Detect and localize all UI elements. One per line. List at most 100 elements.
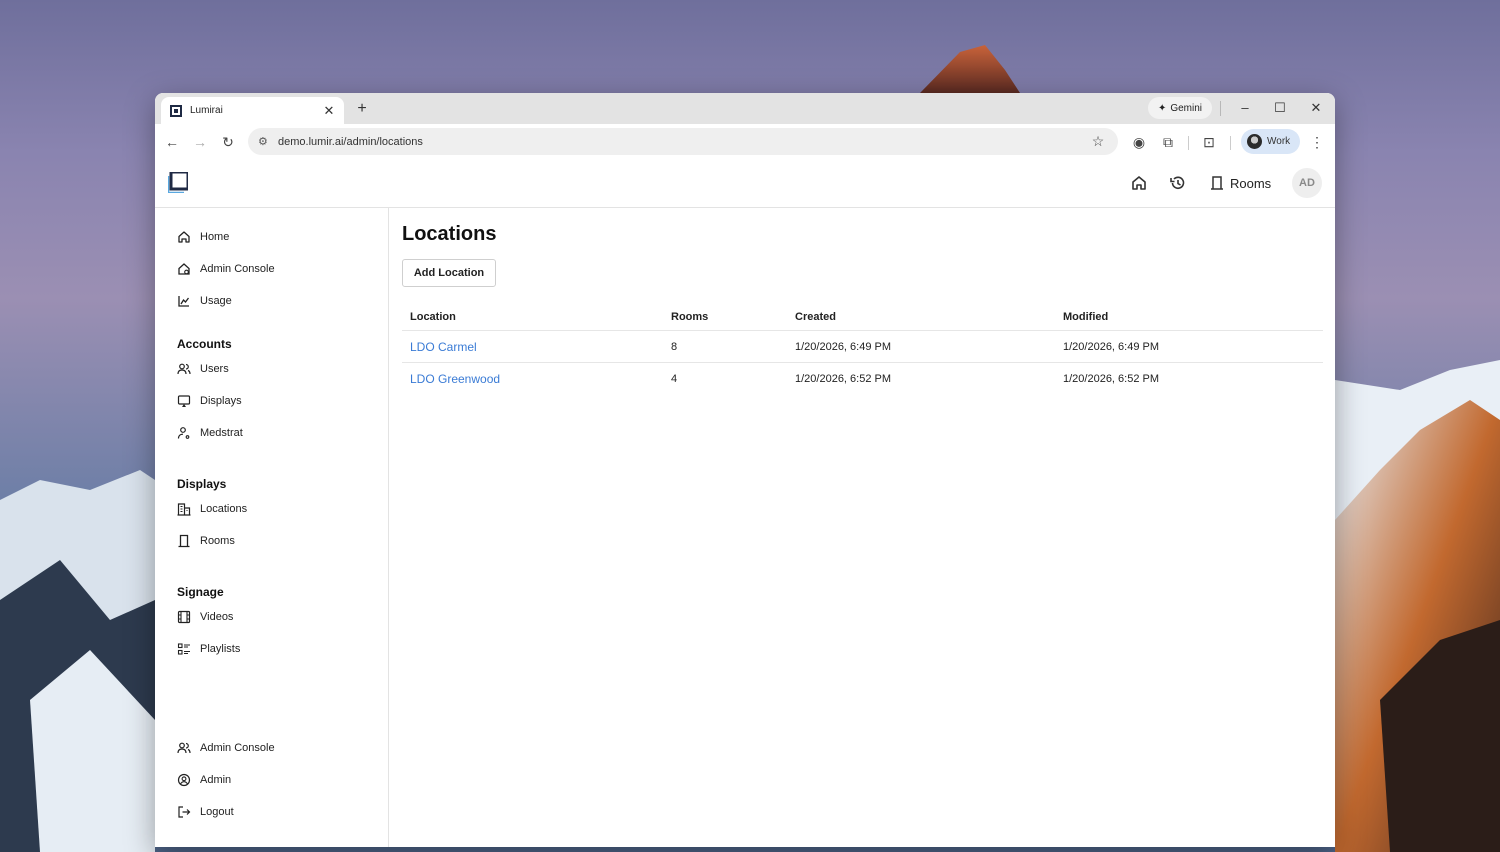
user-avatar[interactable]: AD (1292, 168, 1322, 198)
sidebar-item-admin-console[interactable]: Admin Console (177, 260, 275, 278)
maximize-button[interactable]: ☐ (1267, 98, 1293, 118)
gemini-label: Gemini (1170, 102, 1203, 114)
created-cell: 1/20/2026, 6:52 PM (795, 372, 892, 385)
sidebar-item-label: Usage (200, 295, 232, 307)
divider (1230, 136, 1231, 150)
door-icon (178, 534, 190, 548)
menu-kebab-icon[interactable]: ⋮ (1306, 131, 1328, 153)
locations-table: Location Rooms Created Modified LDO Carm… (402, 303, 1323, 394)
close-window-button[interactable]: ✕ (1303, 98, 1329, 118)
location-link[interactable]: LDO Carmel (410, 340, 477, 354)
location-cell: LDO Carmel (410, 331, 477, 362)
section-heading-displays: Displays (177, 477, 227, 491)
divider (1220, 101, 1221, 116)
home-icon[interactable] (1129, 173, 1149, 193)
reload-button[interactable]: ↻ (217, 131, 239, 153)
sidebar-item-label: Admin Console (200, 263, 275, 275)
users-icon (177, 363, 191, 375)
puzzle-icon[interactable]: ⧉ (1157, 131, 1179, 153)
account-circle-icon (177, 773, 191, 787)
cast-search-icon[interactable]: ⊡ (1198, 131, 1220, 153)
address-bar[interactable]: ⚙ demo.lumir.ai/admin/locations ☆ (248, 128, 1118, 155)
sidebar-item-playlists[interactable]: Playlists (177, 640, 240, 658)
column-header-rooms[interactable]: Rooms (671, 303, 708, 330)
gemini-button[interactable]: ✦ Gemini (1148, 97, 1212, 119)
created-cell: 1/20/2026, 6:49 PM (795, 340, 892, 353)
tab-title: Lumirai (190, 105, 223, 116)
sidebar-item-label: Displays (200, 395, 242, 407)
sidebar-item-rooms[interactable]: Rooms (177, 532, 235, 550)
back-button[interactable]: ← (161, 131, 183, 153)
user-key-icon (177, 427, 190, 439)
table-row[interactable]: LDO Carmel 8 1/20/2026, 6:49 PM 1/20/202… (402, 331, 1323, 363)
sidebar-item-label: Users (200, 363, 229, 375)
profile-avatar (1247, 134, 1262, 149)
column-header-location[interactable]: Location (410, 303, 456, 330)
logout-icon (178, 806, 191, 818)
site-settings-icon[interactable]: ⚙ (258, 135, 272, 148)
extension-icon[interactable]: ◉ (1128, 131, 1150, 153)
display-icon (177, 395, 191, 407)
table-header-row: Location Rooms Created Modified (402, 303, 1323, 331)
table-row[interactable]: LDO Greenwood 4 1/20/2026, 6:52 PM 1/20/… (402, 363, 1323, 394)
sidebar-item-users[interactable]: Users (177, 360, 229, 378)
profile-button[interactable]: Work (1241, 129, 1300, 154)
modified-cell: 1/20/2026, 6:52 PM (1063, 372, 1160, 385)
sidebar-item-locations[interactable]: Locations (177, 500, 247, 518)
sidebar-item-label: Locations (200, 503, 248, 515)
history-icon[interactable] (1168, 173, 1188, 193)
page-title: Locations (402, 223, 497, 245)
home-icon (178, 231, 190, 243)
favicon-icon (170, 104, 182, 117)
divider (1188, 136, 1189, 150)
modified-cell: 1/20/2026, 6:49 PM (1063, 340, 1160, 353)
profile-label: Work (1267, 136, 1291, 147)
rooms-cell: 8 (671, 340, 678, 353)
lumirai-logo[interactable] (168, 172, 188, 193)
sidebar-item-medstrat[interactable]: Medstrat (177, 424, 243, 442)
sidebar-item-admin-console-bottom[interactable]: Admin Console (177, 739, 275, 757)
playlist-icon (177, 643, 190, 655)
users-icon (177, 742, 191, 754)
url-text: demo.lumir.ai/admin/locations (278, 135, 423, 148)
sidebar-item-videos[interactable]: Videos (177, 608, 233, 626)
section-heading-accounts: Accounts (177, 337, 232, 351)
close-tab-icon[interactable]: ✕ (322, 103, 336, 119)
sidebar-item-usage[interactable]: Usage (177, 292, 232, 310)
add-location-button[interactable]: Add Location (402, 259, 496, 287)
sidebar-item-label: Rooms (200, 535, 235, 547)
sidebar-item-home[interactable]: Home (177, 228, 229, 246)
bookmark-star-icon[interactable]: ☆ (1088, 133, 1108, 150)
section-heading-signage: Signage (177, 585, 224, 599)
rooms-nav-link[interactable]: Rooms (1210, 173, 1271, 193)
new-tab-button[interactable]: + (352, 99, 372, 119)
building-icon (177, 503, 191, 516)
sidebar-item-displays[interactable]: Displays (177, 392, 242, 410)
minimize-button[interactable]: – (1232, 98, 1258, 118)
film-icon (177, 610, 191, 624)
tab-strip: Lumirai ✕ + ✦ Gemini – ☐ ✕ (155, 93, 1335, 124)
door-icon (1211, 176, 1223, 190)
sidebar-item-label: Playlists (200, 643, 241, 655)
sidebar-item-admin[interactable]: Admin (177, 771, 231, 789)
browser-toolbar: ← → ↻ ⚙ demo.lumir.ai/admin/locations ☆ … (155, 124, 1335, 161)
forward-button[interactable]: → (189, 131, 211, 153)
browser-tab[interactable]: Lumirai ✕ (161, 97, 344, 124)
app-header: Rooms AD (155, 160, 1335, 208)
sidebar-item-label: Videos (200, 611, 234, 623)
sidebar-item-label: Admin Console (200, 742, 275, 754)
sidebar: Home Admin Console Usage Accounts Users … (155, 208, 389, 847)
main-content: Locations Add Location Location Rooms Cr… (389, 208, 1335, 847)
location-link[interactable]: LDO Greenwood (410, 372, 500, 386)
browser-window: Lumirai ✕ + ✦ Gemini – ☐ ✕ ← → ↻ ⚙ demo.… (155, 93, 1335, 847)
rooms-cell: 4 (671, 372, 678, 385)
sidebar-item-label: Medstrat (200, 427, 243, 439)
sidebar-item-logout[interactable]: Logout (177, 803, 234, 821)
rooms-label: Rooms (1230, 175, 1272, 191)
column-header-created[interactable]: Created (795, 303, 836, 330)
sidebar-item-label: Logout (200, 806, 234, 818)
location-cell: LDO Greenwood (410, 363, 500, 394)
sidebar-item-label: Home (200, 231, 230, 243)
admin-home-icon (178, 263, 190, 275)
column-header-modified[interactable]: Modified (1063, 303, 1108, 330)
